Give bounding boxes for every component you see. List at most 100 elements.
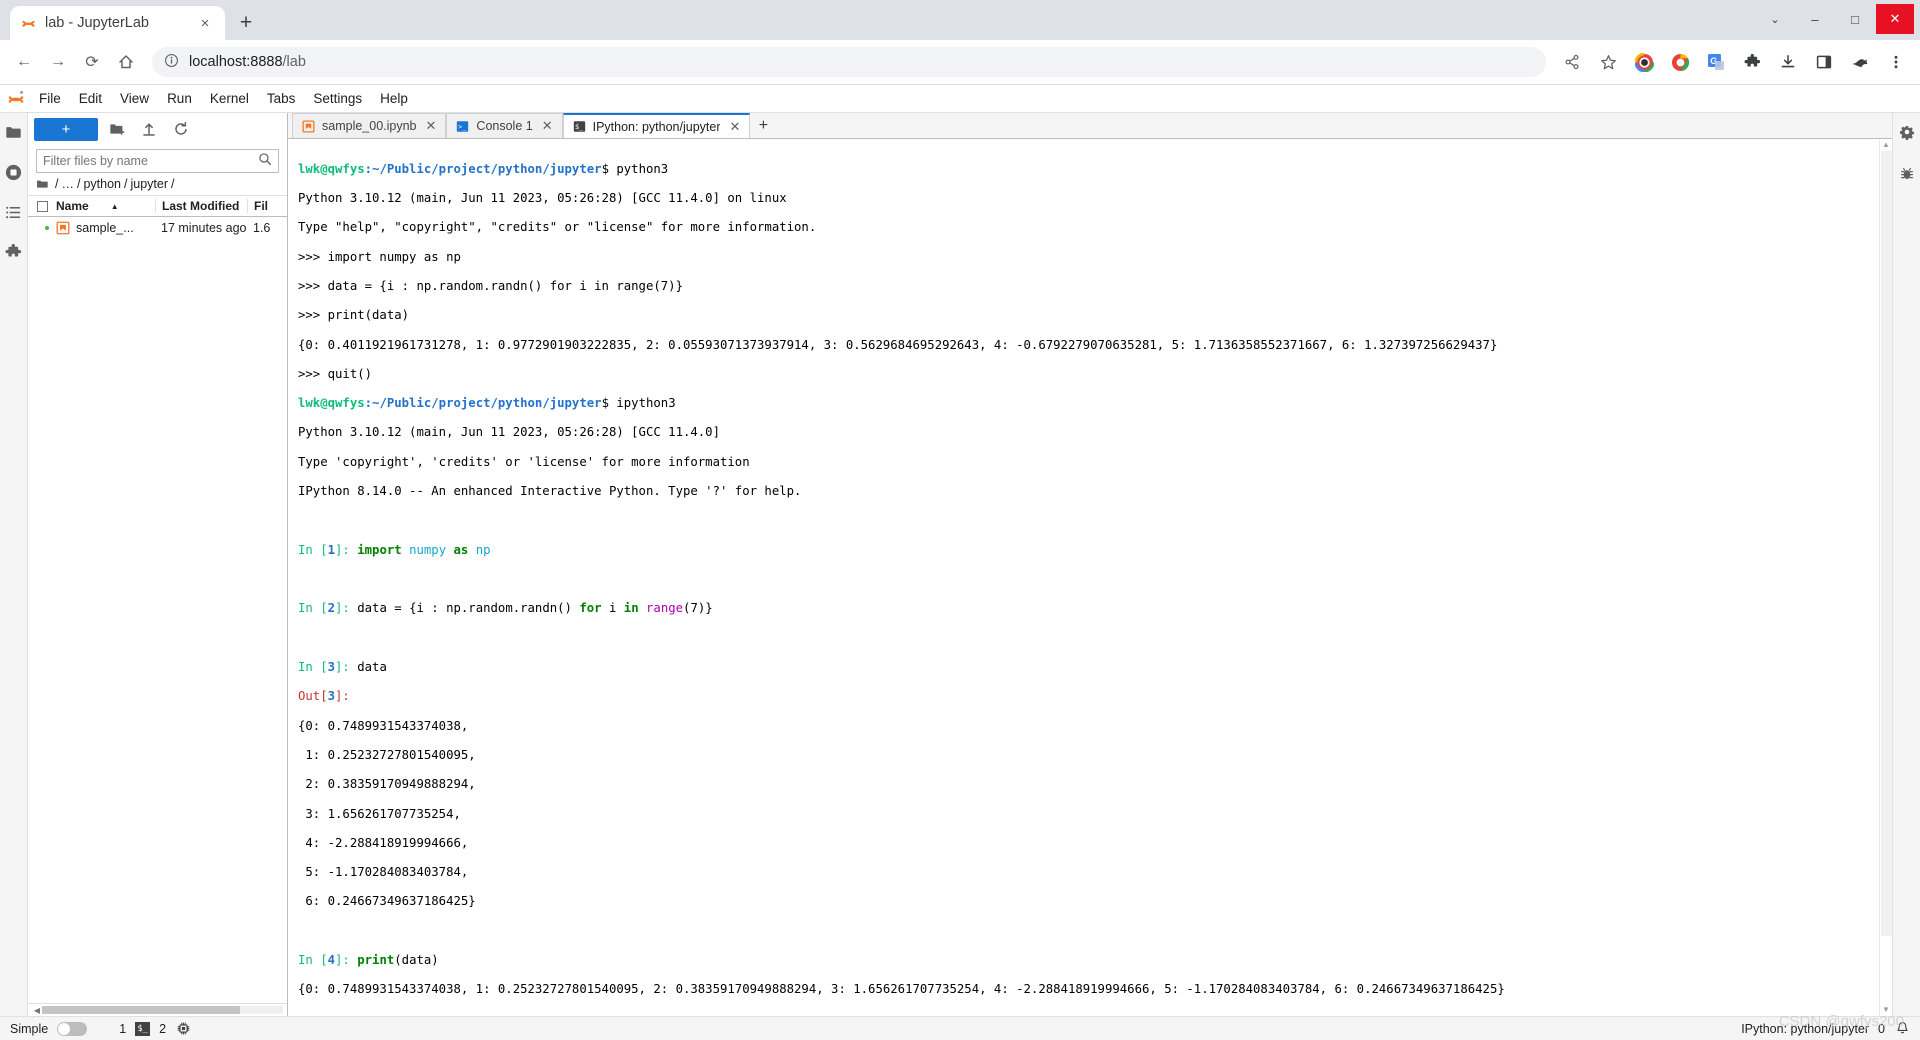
column-last-modified[interactable]: Last Modified (155, 199, 247, 213)
menu-tabs[interactable]: Tabs (258, 86, 305, 112)
terminal-panel[interactable]: lwk@qwfys:~/Public/project/python/jupyte… (288, 139, 1892, 1016)
menu-edit[interactable]: Edit (70, 86, 111, 112)
prompt-path: :~/Public/project/python/jupyter (364, 161, 602, 176)
close-icon[interactable]: ✕ (729, 119, 740, 135)
hscroll-track[interactable] (42, 1006, 283, 1014)
jupyter-menu-bar: File Edit View Run Kernel Tabs Settings … (0, 85, 1920, 113)
breadcrumb-sep-3: / (171, 177, 175, 191)
close-icon[interactable]: ✕ (542, 118, 553, 134)
menu-run[interactable]: Run (158, 86, 201, 112)
more-menu-icon[interactable] (1880, 46, 1912, 78)
bookmark-star-icon[interactable] (1592, 46, 1624, 78)
cell-number: 3 (327, 659, 336, 674)
chrome-extension-icon[interactable] (1664, 46, 1696, 78)
upload-icon[interactable] (136, 117, 162, 141)
sort-asc-icon[interactable]: ▲ (111, 202, 119, 211)
scroll-down-icon[interactable]: ▼ (1882, 1004, 1890, 1016)
puzzle-extension-icon[interactable] (1736, 46, 1768, 78)
close-icon[interactable]: × (195, 13, 215, 33)
python-line-quit: >>> quit() (298, 366, 373, 381)
maximize-button[interactable]: □ (1836, 4, 1874, 34)
debugger-icon[interactable] (1895, 161, 1919, 187)
hscroll-thumb[interactable] (42, 1006, 240, 1014)
column-name[interactable]: Name ▲ (56, 199, 155, 213)
breadcrumb[interactable]: / … / python / jupyter / (28, 173, 287, 195)
chevron-down-icon[interactable]: ⌄ (1756, 4, 1794, 34)
refresh-icon[interactable] (168, 117, 194, 141)
terminal-prompt-line-1: lwk@qwfys:~/Public/project/python/jupyte… (298, 162, 1879, 177)
kernel-count[interactable]: 1 (119, 1022, 126, 1036)
folder-icon (36, 178, 49, 191)
terminal-scrollbar[interactable]: ▲ ▼ (1879, 139, 1892, 1016)
add-tab-button[interactable]: + (750, 113, 776, 138)
window-close-button[interactable]: ✕ (1876, 4, 1914, 34)
python-line-import: >>> import numpy as np (298, 249, 461, 264)
column-file-size[interactable]: Fil (247, 199, 287, 213)
menu-file[interactable]: File (30, 86, 70, 112)
bird-extension-icon[interactable] (1844, 46, 1876, 78)
info-circle-icon[interactable] (164, 53, 179, 72)
back-icon[interactable]: ← (8, 46, 40, 78)
cell-number: 1 (327, 542, 336, 557)
breadcrumb-sep-1: / (76, 177, 81, 191)
notebook-icon (302, 119, 315, 133)
new-tab-button[interactable]: + (231, 8, 261, 38)
share-icon[interactable] (1556, 46, 1588, 78)
tab-sample-00-ipynb[interactable]: sample_00.ipynb ✕ (292, 113, 447, 138)
google-translate-icon[interactable]: G (1700, 46, 1732, 78)
terminal-icon[interactable]: $_ (135, 1021, 151, 1036)
breadcrumb-root[interactable]: / (55, 177, 58, 191)
tab-console-1[interactable]: >_ Console 1 ✕ (446, 113, 563, 138)
camera-extension-icon[interactable] (1628, 46, 1660, 78)
active-kernel-label[interactable]: IPython: python/jupyter (1741, 1022, 1869, 1036)
ipython-cell-in-1: In [1]: import numpy as np (298, 542, 491, 557)
bell-icon[interactable] (1894, 1021, 1910, 1037)
new-folder-icon[interactable] (104, 117, 130, 141)
tab-ipython-terminal[interactable]: $_ IPython: python/jupyter ✕ (562, 113, 751, 138)
simple-mode-toggle[interactable] (57, 1021, 88, 1036)
close-icon[interactable]: ✕ (426, 118, 437, 134)
vscroll-thumb[interactable] (1880, 151, 1892, 936)
jupyter-body: + Filter files by name / … / python / ju… (0, 113, 1920, 1016)
forward-icon[interactable]: → (42, 46, 74, 78)
address-bar[interactable]: localhost:8888/lab (152, 47, 1546, 77)
select-all-checkbox[interactable] (28, 200, 56, 212)
terminal-output[interactable]: lwk@qwfys:~/Public/project/python/jupyte… (288, 139, 1879, 1016)
minimize-button[interactable]: ‒ (1796, 4, 1834, 34)
property-inspector-icon[interactable] (1895, 119, 1919, 145)
sidepanel-icon[interactable] (1808, 46, 1840, 78)
breadcrumb-python[interactable]: python (83, 177, 121, 191)
search-input[interactable] (43, 154, 254, 168)
menu-settings[interactable]: Settings (304, 86, 371, 112)
reload-icon[interactable]: ⟳ (76, 46, 108, 78)
file-filter[interactable] (36, 149, 279, 173)
out-prompt: Out (298, 689, 321, 704)
new-launcher-button[interactable]: + (34, 117, 98, 141)
breadcrumb-jupyter[interactable]: jupyter (130, 177, 168, 191)
breadcrumb-ellipsis[interactable]: … (61, 177, 74, 191)
terminal-count[interactable]: 2 (159, 1022, 166, 1036)
table-of-contents-icon[interactable] (2, 199, 26, 225)
download-icon[interactable] (1772, 46, 1804, 78)
python-print-output: {0: 0.4011921961731278, 1: 0.97729019032… (298, 337, 1498, 352)
menu-kernel[interactable]: Kernel (201, 86, 258, 112)
browser-window: lab - JupyterLab × + ⌄ ‒ □ ✕ ← → ⟳ local… (0, 0, 1920, 1040)
extensions-icon[interactable] (2, 239, 26, 265)
scroll-up-icon[interactable]: ▲ (1882, 139, 1890, 151)
home-icon[interactable] (110, 46, 142, 78)
command-ipython3: ipython3 (616, 396, 676, 411)
table-row[interactable]: sample_... 17 minutes ago 1.6 (28, 217, 287, 239)
file-panel-hscrollbar[interactable]: ◀ (28, 1003, 287, 1016)
running-terminals-icon[interactable] (2, 159, 26, 185)
vscroll-track[interactable] (1880, 151, 1893, 1004)
kernel-chip-icon[interactable] (175, 1021, 191, 1037)
prompt-symbol: $ (601, 161, 617, 176)
menu-help[interactable]: Help (371, 86, 417, 112)
main-dock-area: sample_00.ipynb ✕ >_ Console 1 ✕ $_ IPyt… (288, 113, 1892, 1016)
menu-view[interactable]: View (111, 86, 158, 112)
search-icon[interactable] (258, 152, 272, 171)
browser-tab[interactable]: lab - JupyterLab × (10, 6, 225, 40)
file-browser-icon[interactable] (2, 119, 26, 145)
browser-tab-strip: lab - JupyterLab × + ⌄ ‒ □ ✕ (0, 0, 1920, 40)
scroll-left-icon[interactable]: ◀ (32, 1006, 42, 1015)
